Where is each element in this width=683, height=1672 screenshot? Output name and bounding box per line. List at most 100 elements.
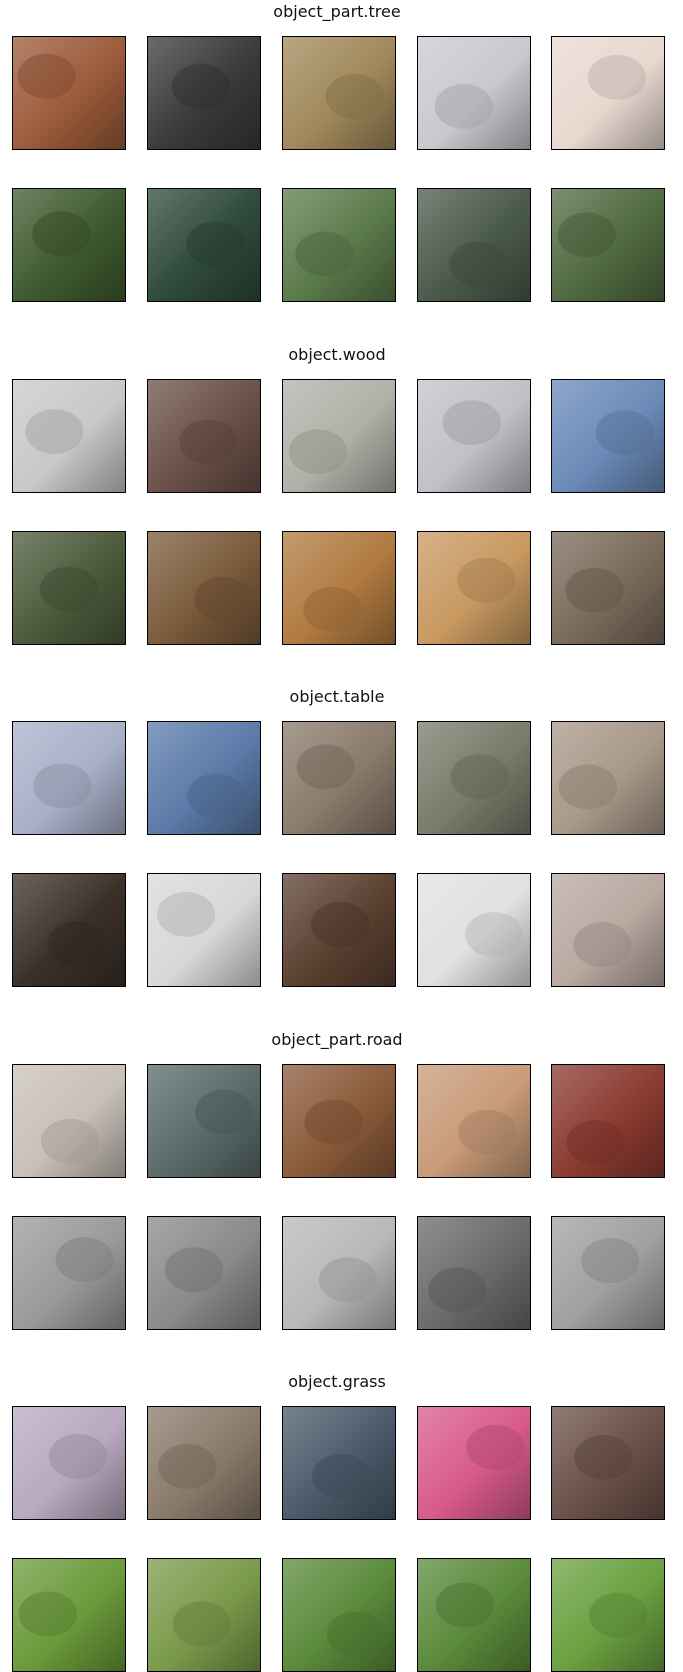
image-thumbnail xyxy=(282,530,396,645)
thumbnail-image xyxy=(283,37,395,149)
image-thumbnail xyxy=(417,530,531,645)
image-thumbnail xyxy=(551,378,665,493)
image-thumbnail xyxy=(417,1215,531,1330)
thumbnail-image xyxy=(283,1216,395,1329)
thumbnail-image xyxy=(283,1407,395,1519)
image-thumbnail xyxy=(282,721,396,835)
image-thumbnail xyxy=(282,188,396,302)
thumbnail-image xyxy=(418,379,530,492)
thumbnail-image xyxy=(148,189,260,301)
image-thumbnail xyxy=(417,36,531,150)
thumbnail-image xyxy=(552,531,664,644)
image-thumbnail xyxy=(12,1215,126,1330)
thumbnail-image xyxy=(283,722,395,834)
thumbnail-image xyxy=(13,1064,125,1177)
thumbnail-image xyxy=(418,189,530,301)
thumbnail-image xyxy=(283,874,395,986)
image-thumbnail xyxy=(282,1063,396,1178)
thumbnail-image xyxy=(418,1559,530,1671)
image-thumbnail xyxy=(12,1406,126,1520)
image-thumbnail xyxy=(12,1063,126,1178)
image-thumbnail xyxy=(12,36,126,150)
thumbnail-image xyxy=(148,874,260,986)
thumbnail-image xyxy=(552,1064,664,1177)
section-title: object_part.tree xyxy=(273,2,401,21)
image-thumbnail xyxy=(12,721,126,835)
image-thumbnail xyxy=(417,873,531,987)
thumbnail-image xyxy=(148,1559,260,1671)
thumbnail-image xyxy=(148,37,260,149)
section-title: object.wood xyxy=(288,344,386,364)
thumbnail-image xyxy=(418,722,530,834)
thumbnail-image xyxy=(552,37,664,149)
image-thumbnail xyxy=(551,188,665,302)
thumbnail-image xyxy=(148,1064,260,1177)
image-thumbnail xyxy=(147,36,261,150)
image-thumbnail xyxy=(551,1406,665,1520)
image-thumbnail xyxy=(147,1406,261,1520)
image-thumbnail xyxy=(551,873,665,987)
thumbnail-image xyxy=(13,379,125,492)
thumbnail-image xyxy=(418,1407,530,1519)
section-title: object.table xyxy=(289,687,385,706)
section-title: object_part.road xyxy=(271,1029,403,1049)
thumbnail-image xyxy=(283,1064,395,1177)
image-thumbnail xyxy=(282,36,396,150)
image-thumbnail xyxy=(417,1063,531,1178)
thumbnail-image xyxy=(283,531,395,644)
image-thumbnail xyxy=(282,1558,396,1672)
thumbnail-image xyxy=(148,722,260,834)
image-thumbnail xyxy=(551,1215,665,1330)
thumbnail-image xyxy=(283,379,395,492)
thumbnail-image xyxy=(283,189,395,301)
thumbnail-image xyxy=(13,722,125,834)
image-thumbnail xyxy=(147,188,261,302)
image-thumbnail xyxy=(551,530,665,645)
image-thumbnail xyxy=(282,378,396,493)
thumbnail-image xyxy=(148,1216,260,1329)
image-thumbnail xyxy=(12,873,126,987)
thumbnail-image xyxy=(148,379,260,492)
image-thumbnail xyxy=(12,1558,126,1672)
image-thumbnail xyxy=(551,36,665,150)
image-thumbnail xyxy=(417,721,531,835)
thumbnail-image xyxy=(13,1216,125,1329)
thumbnail-image xyxy=(283,1559,395,1671)
image-thumbnail xyxy=(147,721,261,835)
thumbnail-image xyxy=(418,531,530,644)
thumbnail-image xyxy=(13,189,125,301)
thumbnail-image xyxy=(418,874,530,986)
thumbnail-image xyxy=(148,531,260,644)
image-thumbnail xyxy=(551,1063,665,1178)
image-thumbnail xyxy=(417,378,531,493)
thumbnail-image xyxy=(13,874,125,986)
image-thumbnail xyxy=(282,1215,396,1330)
image-thumbnail xyxy=(12,378,126,493)
thumbnail-image xyxy=(552,379,664,492)
thumbnail-image xyxy=(552,1407,664,1519)
image-thumbnail xyxy=(147,873,261,987)
image-thumbnail xyxy=(147,530,261,645)
image-thumbnail xyxy=(12,188,126,302)
image-thumbnail xyxy=(551,721,665,835)
thumbnail-image xyxy=(552,1559,664,1671)
thumbnail-image xyxy=(418,1064,530,1177)
image-thumbnail xyxy=(417,1406,531,1520)
thumbnail-image xyxy=(418,1216,530,1329)
section-title: object.grass xyxy=(288,1372,386,1391)
thumbnail-image xyxy=(552,874,664,986)
image-thumbnail xyxy=(282,873,396,987)
thumbnail-image xyxy=(13,1407,125,1519)
thumbnail-image xyxy=(552,1216,664,1329)
thumbnail-image xyxy=(418,37,530,149)
image-thumbnail xyxy=(147,378,261,493)
image-thumbnail xyxy=(551,1558,665,1672)
image-thumbnail xyxy=(147,1215,261,1330)
thumbnail-image xyxy=(552,722,664,834)
thumbnail-image xyxy=(13,37,125,149)
thumbnail-image xyxy=(13,1559,125,1671)
image-thumbnail xyxy=(417,1558,531,1672)
image-thumbnail xyxy=(147,1063,261,1178)
figure-page: { "sections": [ { "title": "object_part.… xyxy=(0,0,683,1672)
image-thumbnail xyxy=(282,1406,396,1520)
